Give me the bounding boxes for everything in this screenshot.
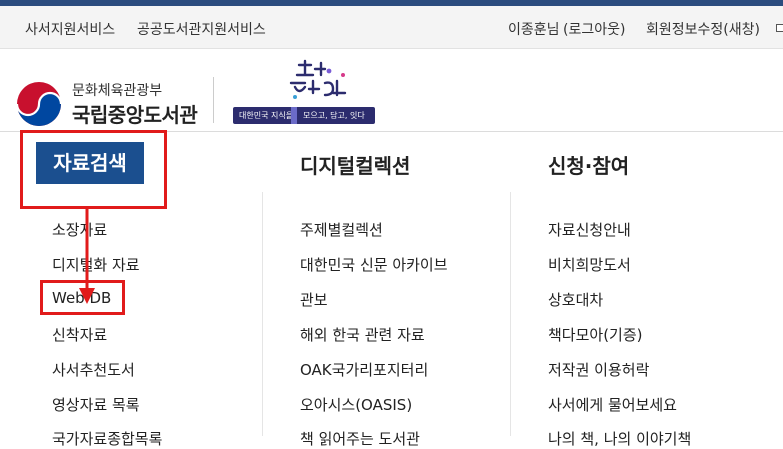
menu-column-divider (510, 192, 511, 436)
menu-my-book-story[interactable]: 나의 책, 나의 이야기책 (548, 428, 691, 449)
menu-union-catalog[interactable]: 국가자료종합목록 (52, 428, 162, 449)
menu-interlibrary-loan[interactable]: 상호대차 (548, 289, 603, 310)
menu-librarian-picks[interactable]: 사서추천도서 (52, 359, 135, 380)
nav-category-apply[interactable]: 신청·참여 (548, 150, 629, 179)
campaign-ribbon (291, 107, 297, 124)
link-public-library-support[interactable]: 공공도서관지원서비스 (137, 19, 266, 39)
menu-topic-collection[interactable]: 주제별컬렉션 (300, 219, 383, 240)
nav-category-digital-collection[interactable]: 디지털컬렉션 (300, 150, 410, 179)
menu-book-request[interactable]: 비치희망도서 (548, 254, 631, 275)
menu-reading-library[interactable]: 책 읽어주는 도서관 (300, 428, 420, 449)
logout-link[interactable]: (로그아웃) (563, 19, 625, 39)
link-librarian-support[interactable]: 사서지원서비스 (25, 19, 115, 39)
menu-copyright-permission[interactable]: 저작권 이용허락 (548, 359, 649, 380)
campaign-slogan-bar: 대한민국 지식을 모으고, 담고, 잇다 (233, 107, 375, 124)
menu-new-arrivals[interactable]: 신착자료 (52, 324, 107, 345)
campaign-banner[interactable]: 대한민국 지식을 모으고, 담고, 잇다 (233, 57, 375, 125)
utility-bar: 사서지원서비스 공공도서관지원서비스 이종훈님 (로그아웃) 회원정보수정(새창… (0, 6, 783, 49)
menu-oak-repository[interactable]: OAK국가리포지터리 (300, 359, 428, 380)
campaign-slogan-right: 모으고, 담고, 잇다 (303, 111, 365, 120)
menu-ask-librarian[interactable]: 사서에게 물어보세요 (548, 394, 677, 415)
menu-donation[interactable]: 책다모아(기증) (548, 324, 643, 345)
campaign-slogan-left: 대한민국 지식을 (239, 111, 294, 120)
overflow-square-icon (776, 24, 783, 32)
menu-newspaper-archive[interactable]: 대한민국 신문 아카이브 (300, 254, 448, 275)
menu-video-list[interactable]: 영상자료 목록 (52, 394, 140, 415)
header-divider (213, 77, 214, 123)
user-name[interactable]: 이종훈님 (508, 19, 560, 39)
campaign-calligraphy-logo-icon (289, 59, 347, 99)
library-name-logo[interactable]: 국립중앙도서관 (72, 99, 198, 128)
menu-overseas-korea[interactable]: 해외 한국 관련 자료 (300, 324, 425, 345)
menu-column-divider (262, 192, 263, 436)
edit-profile-link[interactable]: 회원정보수정(새창) (646, 19, 760, 39)
menu-request-guide[interactable]: 자료신청안내 (548, 219, 631, 240)
site-header: 문화체육관광부 국립중앙도서관 대한민국 지식을 모으고, 담고, 잇다 (0, 49, 783, 132)
ministry-name: 문화체육관광부 (72, 83, 163, 99)
highlight-box-search-category (20, 130, 167, 209)
menu-gazette[interactable]: 관보 (300, 289, 328, 310)
taegeuk-emblem-icon (15, 82, 63, 126)
menu-oasis[interactable]: 오아시스(OASIS) (300, 394, 412, 415)
red-arrow-down-icon (79, 208, 95, 304)
